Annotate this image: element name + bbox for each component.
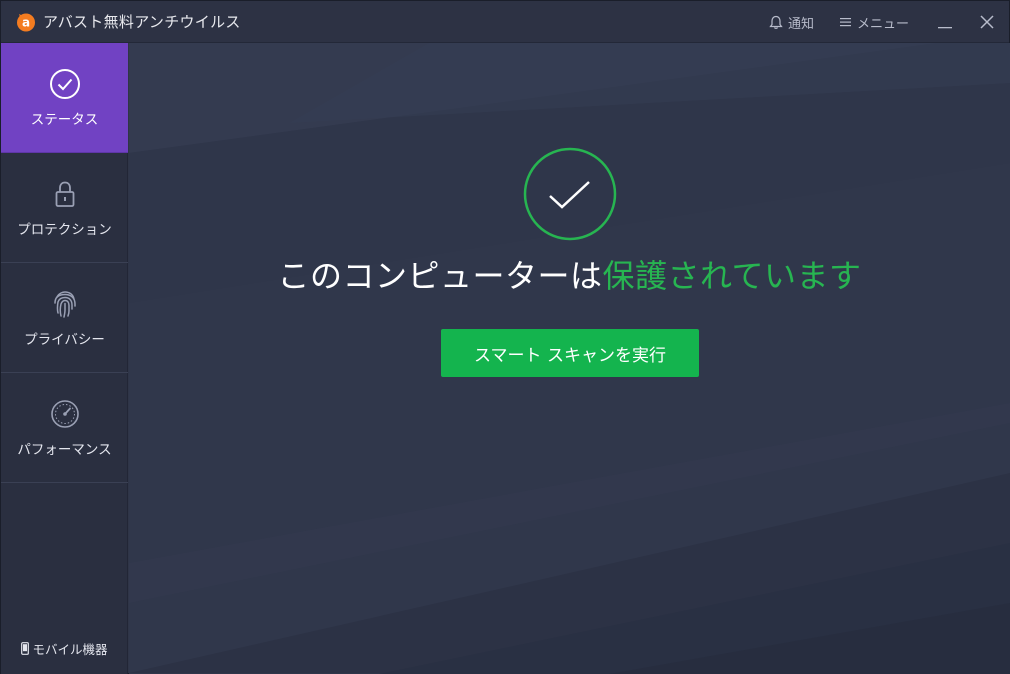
lock-icon <box>49 178 81 210</box>
main-panel: このコンピューターは保護されています スマート スキャンを実行 <box>129 43 1010 674</box>
menu-label: メニュー <box>856 16 909 32</box>
notifications-button[interactable]: 通知 <box>769 13 814 32</box>
status-highlight: 保護されています <box>602 257 862 295</box>
hamburger-icon <box>839 18 851 27</box>
sidebar: ステータス プロテクション プライバシー パフォーマンス モバイル機器 <box>1 43 128 674</box>
avast-logo-icon: a <box>15 11 37 33</box>
speedometer-icon <box>49 398 81 430</box>
close-icon <box>980 15 994 29</box>
smart-scan-button[interactable]: スマート スキャンを実行 <box>441 329 699 377</box>
check-circle-icon <box>49 68 81 100</box>
title-bar: a アバスト無料アンチウイルス 通知 メニュー <box>1 1 1009 43</box>
minimize-button[interactable] <box>935 12 955 32</box>
sidebar-item-label: パフォーマンス <box>17 441 112 458</box>
phone-icon <box>21 642 30 655</box>
bell-icon <box>769 15 783 29</box>
app-window: a アバスト無料アンチウイルス 通知 メニュー ステータス プロテクション プラ… <box>0 0 1010 674</box>
sidebar-item-protection[interactable]: プロテクション <box>1 153 128 263</box>
mobile-devices-link[interactable]: モバイル機器 <box>1 639 128 658</box>
svg-text:a: a <box>22 15 30 29</box>
protected-check-icon <box>523 147 617 241</box>
sidebar-item-status[interactable]: ステータス <box>1 43 128 153</box>
sidebar-item-label: プライバシー <box>24 331 105 348</box>
sidebar-item-performance[interactable]: パフォーマンス <box>1 373 128 483</box>
menu-button[interactable]: メニュー <box>839 13 909 32</box>
title-bar-controls: 通知 メニュー <box>769 1 1009 43</box>
status-prefix: このコンピューターは <box>277 257 603 295</box>
sidebar-item-label: プロテクション <box>17 221 112 238</box>
status-message: このコンピューターは保護されています <box>129 251 1010 297</box>
close-button[interactable] <box>977 12 997 32</box>
app-title: アバスト無料アンチウイルス <box>43 13 241 31</box>
mobile-devices-label: モバイル機器 <box>32 642 108 657</box>
minimize-icon <box>938 27 952 29</box>
notifications-label: 通知 <box>787 16 814 32</box>
sidebar-item-label: ステータス <box>30 111 99 128</box>
sidebar-item-privacy[interactable]: プライバシー <box>1 263 128 373</box>
fingerprint-icon <box>49 288 81 320</box>
